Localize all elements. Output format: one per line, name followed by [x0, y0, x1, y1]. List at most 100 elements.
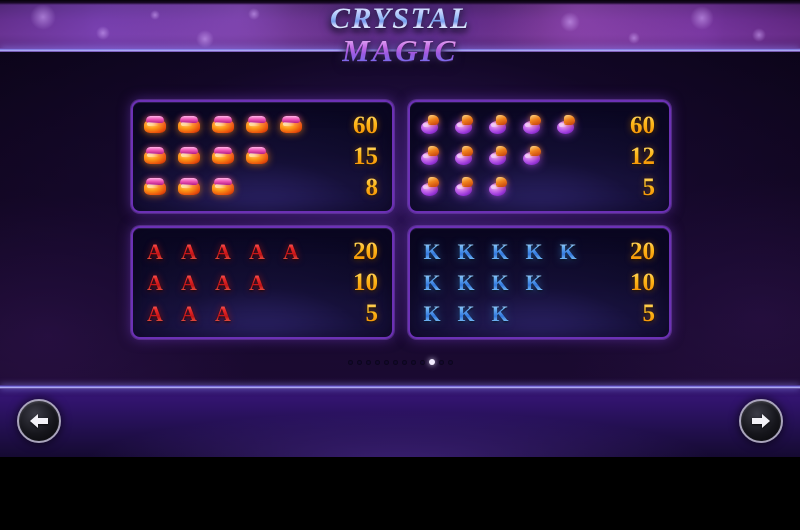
bokeh-light	[560, 12, 580, 32]
orange-crystal-symbol	[210, 178, 236, 197]
pagination-dot[interactable]	[447, 359, 453, 365]
orange-crystal-symbol	[244, 116, 270, 135]
payout-value: 5	[617, 175, 657, 200]
bokeh-light	[752, 28, 766, 42]
gem-shine	[147, 184, 159, 188]
gem-shine	[215, 184, 227, 188]
payline-row: 60	[142, 111, 380, 141]
pagination-dot[interactable]	[347, 359, 353, 365]
prev-page-button[interactable]	[17, 399, 61, 443]
gem-shine	[457, 154, 465, 158]
pagination-dot[interactable]	[438, 359, 444, 365]
gem-shine	[423, 154, 431, 158]
letter-k-symbol: K	[487, 240, 513, 263]
symbol-sequence	[142, 178, 340, 197]
gem-shine	[147, 122, 159, 126]
gem-shine	[525, 154, 533, 158]
symbol-sequence: KKKKK	[419, 240, 617, 263]
pagination-dot[interactable]	[419, 359, 425, 365]
payout-value: 5	[617, 301, 657, 326]
letter-a-symbol: A	[278, 240, 304, 263]
orange-crystal-symbol	[278, 116, 304, 135]
letter-k-symbol: K	[521, 271, 547, 294]
bokeh-light	[628, 32, 640, 44]
bokeh-light	[248, 8, 260, 20]
payout-value: 15	[340, 144, 380, 169]
pagination-dot[interactable]	[374, 359, 380, 365]
letter-a-symbol: A	[176, 271, 202, 294]
gem-shine	[559, 123, 567, 127]
paytable-body: 60 15 8 60 12 5 A A A A A 20 A A A A 10 A A A 5 K K K K K 20 K K K K 10…	[0, 52, 800, 385]
orange-crystal-symbol	[176, 178, 202, 197]
letter-a-symbol: A	[176, 240, 202, 263]
pagination-dot[interactable]	[356, 359, 362, 365]
pagination-dot-active[interactable]	[428, 359, 435, 365]
symbol-sequence: AAA	[142, 302, 340, 325]
paytable-grid: 60 15 8 60 12 5 A A A A A 20 A A A A 10 A A A 5 K K K K K 20 K K K K 10…	[131, 100, 671, 339]
pagination-dot[interactable]	[410, 359, 416, 365]
letter-k-symbol: K	[453, 271, 479, 294]
footer-bar: BACK TO GAME	[0, 385, 800, 457]
symbol-sequence	[419, 146, 617, 167]
gem-shine	[181, 184, 193, 188]
bokeh-light	[690, 6, 714, 30]
purple-crystal-symbol	[487, 177, 513, 198]
gem-shine	[215, 122, 227, 126]
bokeh-light	[196, 30, 214, 48]
symbol-sequence	[419, 115, 617, 136]
purple-crystal-symbol	[487, 146, 513, 167]
gem-shine	[423, 123, 431, 127]
gem-shine	[525, 123, 533, 127]
letter-a-symbol: A	[244, 240, 270, 263]
purple-crystal-symbol	[419, 146, 445, 167]
gem-shine	[491, 185, 499, 189]
letter-a-symbol: A	[142, 271, 168, 294]
gem-shine	[283, 122, 295, 126]
pagination-dot[interactable]	[392, 359, 398, 365]
payline-row: 5	[419, 173, 657, 203]
gem-shine	[423, 185, 431, 189]
pagination-dot[interactable]	[365, 359, 371, 365]
purple-crystal-symbol	[453, 177, 479, 198]
letter-k-symbol: K	[419, 271, 445, 294]
pagination-dots[interactable]	[0, 359, 800, 365]
orange-crystal-symbol	[176, 116, 202, 135]
letter-k-symbol: K	[555, 240, 581, 263]
footer-divider-line	[0, 385, 800, 389]
letter-a-symbol: A	[210, 240, 236, 263]
symbol-sequence: AAAA	[142, 271, 340, 294]
orange-crystal-symbol	[210, 147, 236, 166]
letter-k-symbol: K	[453, 240, 479, 263]
bottom-letterbox	[0, 457, 800, 530]
gem-shine	[249, 122, 261, 126]
letter-a-symbol: A	[142, 240, 168, 263]
symbol-sequence	[419, 177, 617, 198]
next-page-button[interactable]	[739, 399, 783, 443]
payline-row: 8	[142, 173, 380, 203]
symbol-sequence: KKKK	[419, 271, 617, 294]
payline-row: AAA5	[142, 299, 380, 329]
letter-a-symbol: A	[210, 271, 236, 294]
gem-shine	[147, 153, 159, 157]
pagination-dot[interactable]	[401, 359, 407, 365]
payout-value: 10	[340, 270, 380, 295]
payline-row: 12	[419, 142, 657, 172]
paytable-panel-orange-gem: 60 15 8	[131, 100, 394, 213]
header-banner	[0, 0, 800, 52]
payline-row: K K K K 10	[419, 268, 657, 298]
payline-row: 60	[419, 111, 657, 141]
orange-crystal-symbol	[142, 178, 168, 197]
gem-shine	[491, 123, 499, 127]
bokeh-light	[150, 10, 160, 20]
letter-k-symbol: K	[487, 302, 513, 325]
letter-k-symbol: K	[453, 302, 479, 325]
header-top-edge	[0, 0, 800, 5]
orange-crystal-symbol	[142, 147, 168, 166]
payline-row: KKK5	[419, 299, 657, 329]
payline-rows: 60 12 5	[410, 102, 669, 211]
payout-value: 12	[617, 144, 657, 169]
letter-a-symbol: A	[210, 302, 236, 325]
pagination-dot[interactable]	[383, 359, 389, 365]
payout-value: 10	[617, 270, 657, 295]
payout-value: 5	[340, 301, 380, 326]
